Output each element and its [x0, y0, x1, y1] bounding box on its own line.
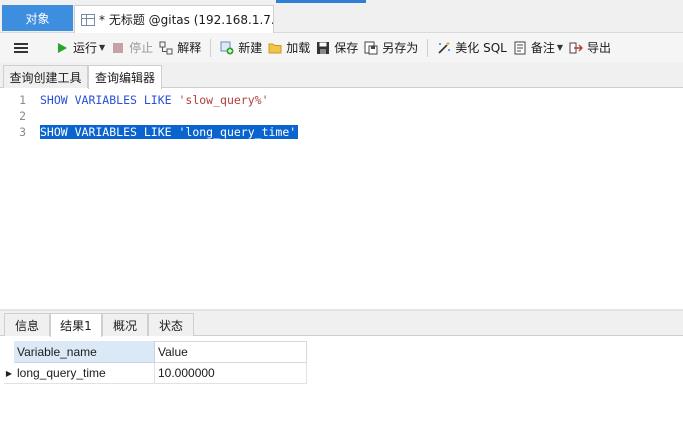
run-dropdown-chevron-icon[interactable]: ▼	[99, 43, 105, 52]
sql-keywords: SHOW VARIABLES LIKE	[40, 125, 179, 139]
editor-line[interactable]: 2	[0, 108, 683, 124]
line-number: 3	[19, 125, 26, 139]
tab-info[interactable]: 信息	[4, 313, 50, 336]
comment-label: 备注	[530, 41, 555, 55]
tab-overview-label: 概况	[112, 318, 137, 333]
toolbar-divider	[210, 38, 212, 57]
stop-icon	[111, 41, 125, 55]
play-icon	[55, 41, 69, 55]
column-header-value[interactable]: Value	[155, 341, 307, 363]
tab-strip-scroll-indicator[interactable]	[276, 0, 366, 3]
tab-objects[interactable]: 对象	[2, 5, 73, 31]
load-button[interactable]: 加载	[265, 37, 313, 59]
comment-button[interactable]: 备注 ▼	[510, 37, 566, 59]
code-text-selection[interactable]: SHOW VARIABLES LIKE 'long_query_time'	[40, 125, 299, 139]
grid-header-row: Variable_name Value	[14, 341, 307, 363]
save-icon	[316, 41, 330, 55]
column-header-variable-name[interactable]: Variable_name	[14, 341, 155, 363]
export-label: 导出	[587, 41, 612, 55]
sql-string-literal: 'long_query_time'	[178, 125, 297, 139]
document-tab-strip: 对象 * 无标题 @gitas (192.168.1.7...	[0, 0, 683, 33]
line-number: 1	[19, 93, 26, 107]
beautify-sql-label: 美化 SQL	[455, 41, 507, 55]
code-text[interactable]: SHOW VARIABLES LIKE 'slow_query%'	[40, 93, 269, 107]
column-header-label: Variable_name	[17, 344, 97, 359]
editor-mode-tabs: 查询创建工具 查询编辑器	[0, 62, 683, 89]
editor-line-selected[interactable]: 3 SHOW VARIABLES LIKE 'long_query_time'	[0, 124, 683, 140]
stop-button[interactable]: 停止	[108, 37, 156, 59]
stop-label: 停止	[129, 41, 154, 55]
beautify-sql-button[interactable]: 美化 SQL	[434, 37, 510, 59]
load-label: 加载	[286, 41, 311, 55]
result-grid[interactable]: Variable_name Value ▶ long_query_time 10…	[0, 337, 683, 433]
comment-dropdown-chevron-icon[interactable]: ▼	[557, 43, 563, 52]
save-button[interactable]: 保存	[313, 37, 361, 59]
folder-icon	[268, 41, 282, 55]
result-tabs: 信息 结果1 概况 状态	[0, 311, 683, 337]
comment-icon	[513, 41, 527, 55]
cell-value: 10.000000	[158, 366, 215, 380]
menu-icon[interactable]	[14, 42, 28, 53]
new-query-button[interactable]: 新建	[217, 37, 265, 59]
sql-string-literal: 'slow_query%'	[178, 93, 269, 107]
magic-wand-icon	[437, 41, 451, 55]
tab-status-label: 状态	[158, 318, 183, 333]
tab-query-label: * 无标题 @gitas (192.168.1.7...	[99, 13, 274, 27]
save-as-icon	[364, 41, 378, 55]
sql-keywords: SHOW VARIABLES LIKE	[40, 93, 179, 107]
query-table-icon	[81, 13, 95, 26]
tab-query-editor[interactable]: 查询编辑器	[88, 65, 162, 89]
explain-label: 解释	[177, 41, 202, 55]
new-label: 新建	[238, 41, 263, 55]
table-cell[interactable]: 10.000000	[155, 363, 307, 384]
tab-query-untitled[interactable]: * 无标题 @gitas (192.168.1.7...	[74, 5, 274, 33]
tab-result1-label: 结果1	[60, 319, 92, 333]
table-cell[interactable]: long_query_time	[14, 363, 155, 384]
save-label: 保存	[334, 41, 359, 55]
explain-button[interactable]: 解释	[156, 37, 204, 59]
column-header-label: Value	[158, 345, 188, 359]
save-as-label: 另存为	[382, 41, 419, 55]
tab-query-editor-label: 查询编辑器	[94, 71, 155, 85]
tab-result1[interactable]: 结果1	[50, 313, 102, 337]
line-number: 2	[19, 109, 26, 123]
current-row-indicator-icon: ▶	[4, 363, 14, 384]
save-as-button[interactable]: 另存为	[361, 37, 421, 59]
tab-status[interactable]: 状态	[148, 313, 194, 336]
run-label: 运行	[73, 41, 98, 55]
tab-query-builder-label: 查询创建工具	[9, 70, 82, 85]
toolbar-divider	[427, 38, 429, 57]
new-query-icon	[220, 41, 234, 55]
explain-icon	[159, 41, 173, 55]
export-icon	[569, 41, 584, 55]
export-button[interactable]: 导出	[566, 37, 614, 59]
tab-info-label: 信息	[14, 318, 39, 333]
editor-line[interactable]: 1 SHOW VARIABLES LIKE 'slow_query%'	[0, 92, 683, 108]
tab-query-builder[interactable]: 查询创建工具	[3, 65, 88, 88]
cell-value: long_query_time	[17, 366, 106, 380]
query-toolbar: 运行 ▼ 停止 解释 新建 加载 保存 另存为 美化 SQL 备注 ▼ 导出	[0, 33, 683, 62]
run-button[interactable]: 运行 ▼	[52, 37, 108, 59]
tab-objects-label: 对象	[25, 11, 50, 26]
tab-overview[interactable]: 概况	[102, 313, 148, 336]
sql-editor[interactable]: 1 SHOW VARIABLES LIKE 'slow_query%' 2 3 …	[0, 89, 683, 309]
table-row[interactable]: ▶ long_query_time 10.000000	[4, 363, 307, 384]
